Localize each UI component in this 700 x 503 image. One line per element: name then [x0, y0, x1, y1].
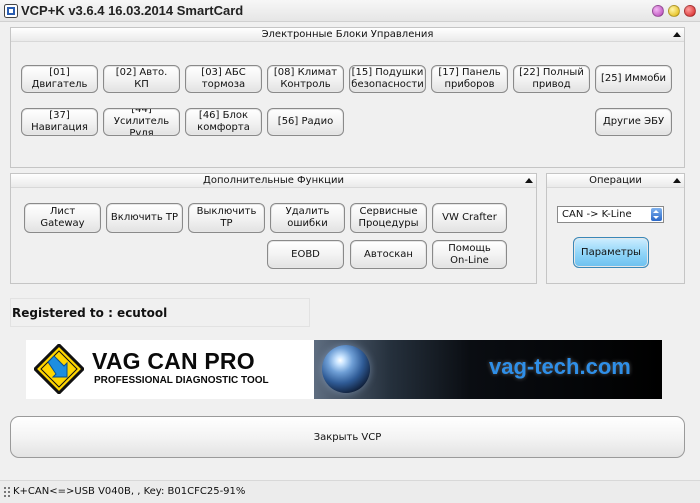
ecu-panel-header[interactable]: Электронные Блоки Управления — [11, 28, 684, 42]
eobd-button[interactable]: EOBD — [267, 240, 344, 269]
interface-select[interactable]: CAN -> K-Line — [557, 206, 664, 223]
ecu-button-56-radio[interactable]: [56] Радио — [267, 108, 344, 136]
brand-name: VAG CAN PRO — [92, 348, 255, 374]
ecu-panel: Электронные Блоки Управления — [10, 27, 685, 168]
collapse-icon[interactable] — [673, 32, 681, 37]
spinner-arrows-icon[interactable] — [651, 208, 662, 221]
interface-select-value: CAN -> K-Line — [562, 209, 632, 220]
gateway-list-button[interactable]: Лист Gateway — [24, 203, 101, 233]
ecu-button-22-awd[interactable]: [22] Полный привод — [513, 65, 590, 93]
status-grip-icon — [4, 487, 10, 497]
vw-crafter-button[interactable]: VW Crafter — [432, 203, 507, 233]
parameters-button[interactable]: Параметры — [573, 237, 649, 268]
disable-tp-button[interactable]: Выключить TP — [188, 203, 265, 233]
globe-icon — [322, 345, 370, 393]
arrow-logo-icon — [34, 344, 84, 394]
status-bar: K+CAN<=>USB V040B, , Key: B01CFC25-91% — [0, 480, 700, 503]
registration-box: Registered to : ecutool — [10, 298, 310, 327]
website-link: vag-tech.com — [489, 354, 631, 379]
vag-can-pro-banner: VAG CAN PRO PROFESSIONAL DIAGNOSTIC TOOL… — [26, 340, 662, 399]
ecu-button-17-instruments[interactable]: [17] Панель приборов — [431, 65, 508, 93]
service-procedures-button[interactable]: Сервисные Процедуры — [350, 203, 427, 233]
maximize-button[interactable] — [668, 5, 680, 17]
clear-errors-button[interactable]: Удалить ошибки — [270, 203, 345, 233]
collapse-icon[interactable] — [673, 178, 681, 183]
close-vcp-button[interactable]: Закрыть VCP — [10, 416, 685, 458]
brand-tagline: PROFESSIONAL DIAGNOSTIC TOOL — [94, 375, 269, 386]
ecu-button-25-immobilizer[interactable]: [25] Иммоби — [595, 65, 672, 93]
operations-panel-title: Операции — [589, 175, 642, 186]
online-help-button[interactable]: Помощь On-Line — [432, 240, 507, 269]
ecu-button-08-climate[interactable]: [08] Климат Контроль — [267, 65, 344, 93]
app-icon — [4, 4, 18, 18]
operations-panel-header[interactable]: Операции — [547, 174, 684, 188]
ecu-panel-title: Электронные Блоки Управления — [261, 29, 434, 40]
ecu-button-44-steering[interactable]: [44] Усилитель Руля — [103, 108, 180, 136]
close-window-button[interactable] — [684, 5, 696, 17]
minimize-button[interactable] — [652, 5, 664, 17]
status-text: K+CAN<=>USB V040B, , Key: B01CFC25-91% — [13, 486, 246, 497]
functions-panel-header[interactable]: Дополнительные Функции — [11, 174, 536, 188]
ecu-button-46-comfort[interactable]: [46] Блок комфорта — [185, 108, 262, 136]
collapse-icon[interactable] — [525, 178, 533, 183]
ecu-button-37-navigation[interactable]: [37] Навигация — [21, 108, 98, 136]
title-bar[interactable]: VCP+K v3.6.4 16.03.2014 SmartCard — [0, 0, 700, 22]
autoscan-button[interactable]: Автоскан — [350, 240, 427, 269]
window-title: VCP+K v3.6.4 16.03.2014 SmartCard — [21, 3, 244, 18]
ecu-button-03-abs[interactable]: [03] АБС тормоза — [185, 65, 262, 93]
ecu-button-01-engine[interactable]: [01] Двигатель — [21, 65, 98, 93]
ecu-button-02-transmission[interactable]: [02] Авто. КП — [103, 65, 180, 93]
other-ecu-button[interactable]: Другие ЭБУ — [595, 108, 672, 136]
registration-text: Registered to : ecutool — [12, 306, 168, 320]
enable-tp-button[interactable]: Включить TP — [106, 203, 183, 233]
functions-panel-title: Дополнительные Функции — [203, 175, 344, 186]
ecu-button-15-airbags[interactable]: [15] Подушки безопасности — [349, 65, 426, 93]
